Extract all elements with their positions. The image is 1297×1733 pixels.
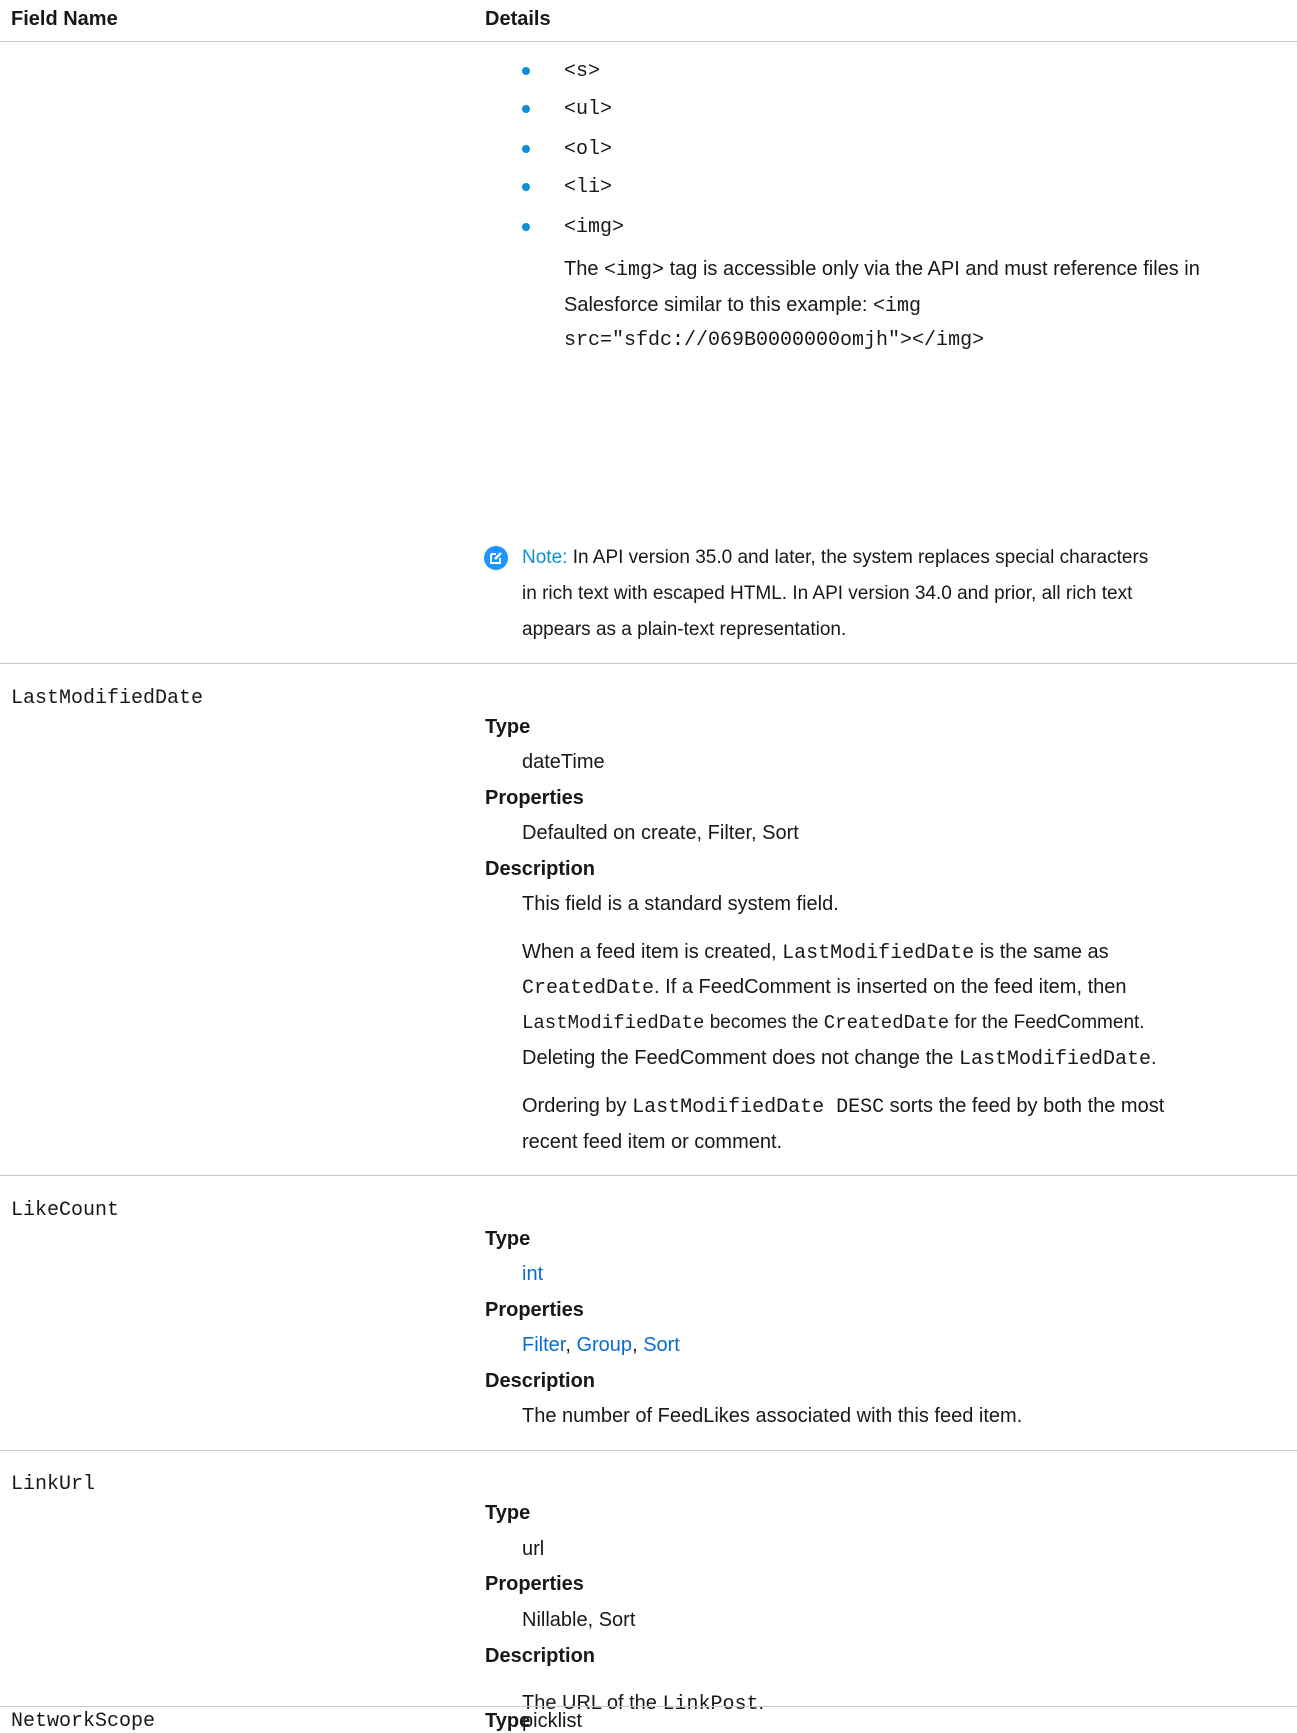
properties-value: Filter, Group, Sort xyxy=(522,1334,680,1356)
note-line-1: Note: In API version 35.0 and later, the… xyxy=(522,547,1149,568)
row-divider xyxy=(0,1706,1297,1707)
description-text: recent feed item or comment. xyxy=(522,1131,783,1153)
description-label: Description xyxy=(485,1370,596,1392)
description-text: When a feed item is created, LastModifie… xyxy=(522,941,1109,965)
edit-note-icon xyxy=(484,546,508,570)
bullet-dot xyxy=(522,105,530,113)
column-header-details: Details xyxy=(485,8,551,30)
field-name-lastmodifieddate: LastModifiedDate xyxy=(11,687,204,710)
properties-value: Nillable, Sort xyxy=(522,1609,636,1631)
property-link-filter[interactable]: Filter xyxy=(522,1334,565,1356)
properties-label: Properties xyxy=(485,1573,584,1595)
type-label: Type xyxy=(485,1502,531,1524)
description-text: This field is a standard system field. xyxy=(522,893,839,915)
type-label: Type xyxy=(485,1228,531,1250)
bullet-dot xyxy=(522,223,530,231)
property-link-group[interactable]: Group xyxy=(576,1334,632,1356)
property-link-sort[interactable]: Sort xyxy=(643,1334,680,1356)
img-note-line-3: src="sfdc://069B0000000omjh"></img> xyxy=(564,329,985,352)
properties-label: Properties xyxy=(485,1299,584,1321)
note-label: Note: xyxy=(522,547,568,568)
field-name-networkscope: NetworkScope xyxy=(11,1710,156,1733)
description-text: LastModifiedDate becomes the CreatedDate… xyxy=(522,1012,1145,1034)
column-header-field-name: Field Name xyxy=(11,8,118,30)
field-name-linkurl: LinkUrl xyxy=(11,1473,96,1496)
bullet-item: <ul> xyxy=(564,98,613,121)
properties-label: Properties xyxy=(485,787,584,809)
field-name-likecount: LikeCount xyxy=(11,1199,120,1222)
description-text: Deleting the FeedComment does not change… xyxy=(522,1047,1157,1071)
description-text: The number of FeedLikes associated with … xyxy=(522,1405,1023,1427)
type-label: Type xyxy=(485,716,531,738)
row-divider xyxy=(0,663,1297,664)
description-label: Description xyxy=(485,1645,596,1667)
header-divider xyxy=(0,41,1297,42)
bullet-item: <img> xyxy=(564,216,625,239)
type-value: dateTime xyxy=(522,751,605,773)
bullet-item: <li> xyxy=(564,176,613,199)
note-line-3: appears as a plain-text representation. xyxy=(522,619,847,640)
row-divider xyxy=(0,1175,1297,1176)
img-note-line-2: Salesforce similar to this example: <img xyxy=(564,294,922,318)
bullet-item: <ol> xyxy=(564,138,613,161)
row-divider xyxy=(0,1450,1297,1451)
bullet-dot xyxy=(522,67,530,75)
type-value: url xyxy=(522,1538,545,1560)
bullet-dot xyxy=(522,183,530,191)
note-line-2: in rich text with escaped HTML. In API v… xyxy=(522,583,1133,604)
description-text: CreatedDate. If a FeedComment is inserte… xyxy=(522,976,1127,1000)
description-label: Description xyxy=(485,858,596,880)
type-link-int[interactable]: int xyxy=(522,1263,543,1286)
type-value: picklist xyxy=(522,1710,583,1732)
bullet-dot xyxy=(522,145,530,153)
properties-value: Defaulted on create, Filter, Sort xyxy=(522,822,799,844)
description-text: Ordering by LastModifiedDate DESC sorts … xyxy=(522,1095,1165,1119)
img-note-line-1: The <img> tag is accessible only via the… xyxy=(564,258,1200,282)
bullet-item: <s> xyxy=(564,60,601,83)
